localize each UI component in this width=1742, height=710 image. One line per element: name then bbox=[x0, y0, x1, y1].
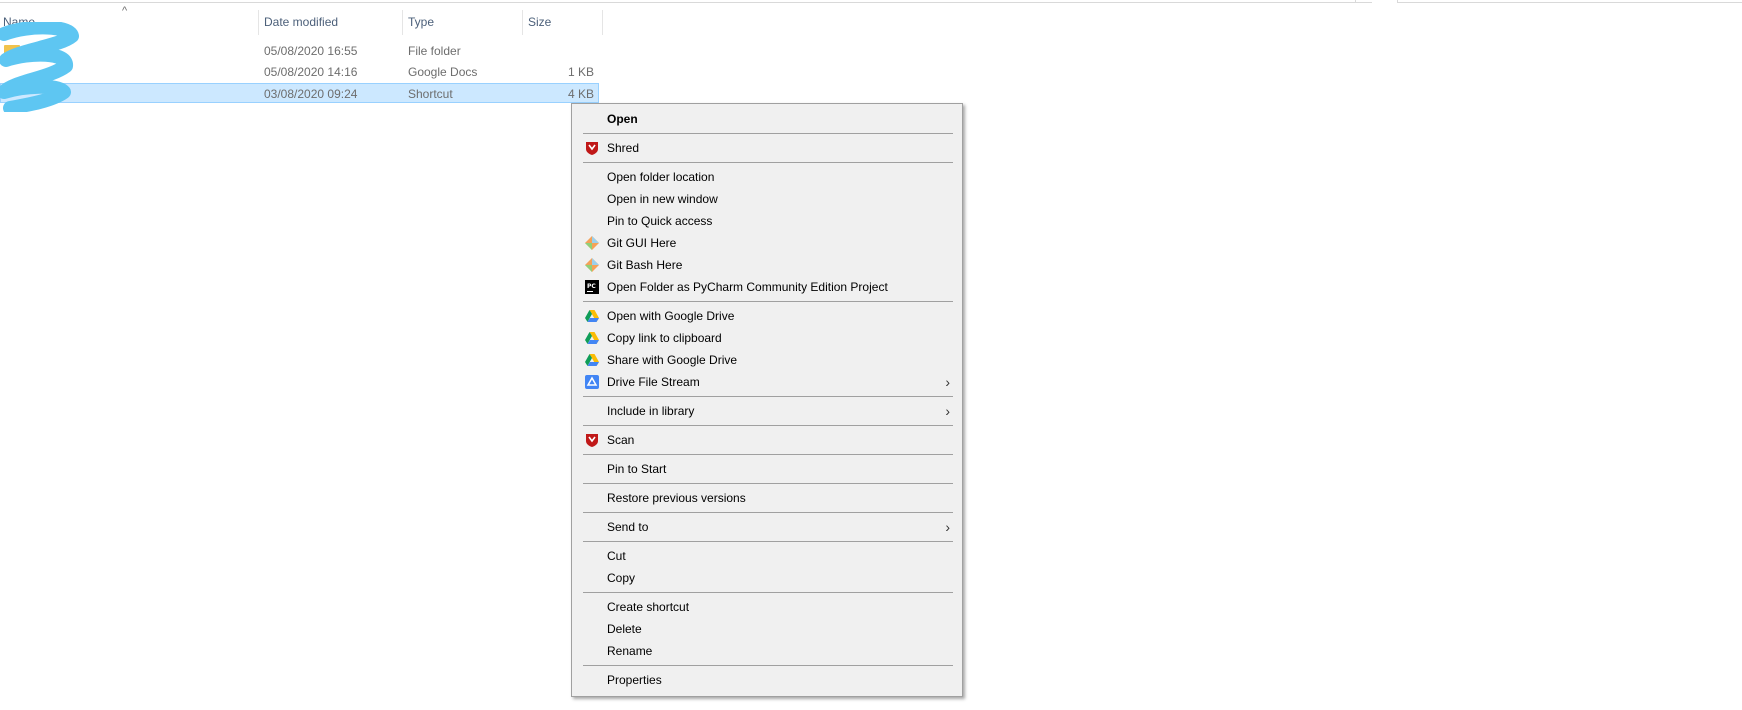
column-divider[interactable] bbox=[522, 10, 523, 35]
menu-item-label: Send to bbox=[607, 520, 649, 534]
menu-item-open-folder-location[interactable]: Open folder location bbox=[574, 166, 960, 188]
menu-item-rename[interactable]: Rename bbox=[574, 640, 960, 662]
menu-item-label: Scan bbox=[607, 433, 635, 447]
menu-item-label: Open with Google Drive bbox=[607, 309, 735, 323]
menu-item-label: Open Folder as PyCharm Community Edition… bbox=[607, 280, 888, 294]
menu-item-open[interactable]: Open bbox=[574, 108, 960, 130]
menu-item-create-shortcut[interactable]: Create shortcut bbox=[574, 596, 960, 618]
file-date-modified: 03/08/2020 09:24 bbox=[264, 87, 358, 101]
column-header-size[interactable]: Size bbox=[528, 11, 600, 34]
menu-item-label: Pin to Start bbox=[607, 462, 667, 476]
chevron-right-icon: › bbox=[945, 374, 950, 390]
chevron-right-icon: › bbox=[945, 403, 950, 419]
google-drive-icon bbox=[585, 310, 599, 322]
menu-item-open-google-drive[interactable]: Open with Google Drive bbox=[574, 305, 960, 327]
mcafee-shield-icon bbox=[586, 434, 598, 447]
menu-item-label: Share with Google Drive bbox=[607, 353, 738, 367]
menu-item-scan[interactable]: Scan bbox=[574, 429, 960, 451]
menu-item-label: Copy link to clipboard bbox=[607, 331, 722, 345]
column-header-date-modified[interactable]: Date modified bbox=[264, 11, 402, 34]
menu-item-label: Git GUI Here bbox=[607, 236, 677, 250]
menu-separator bbox=[583, 396, 953, 397]
menu-item-label: Cut bbox=[607, 549, 626, 563]
menu-item-pin-quick-access[interactable]: Pin to Quick access bbox=[574, 210, 960, 232]
file-size: 4 KB bbox=[567, 87, 594, 101]
menu-item-copy-link[interactable]: Copy link to clipboard bbox=[574, 327, 960, 349]
menu-item-label: Include in library bbox=[607, 404, 695, 418]
menu-item-label: Delete bbox=[607, 622, 642, 636]
menu-item-label: Git Bash Here bbox=[607, 258, 683, 272]
git-diamond-icon bbox=[585, 236, 599, 250]
column-divider[interactable] bbox=[258, 10, 259, 35]
menu-item-git-gui[interactable]: Git GUI Here bbox=[574, 232, 960, 254]
menu-item-git-bash[interactable]: Git Bash Here bbox=[574, 254, 960, 276]
menu-item-pin-to-start[interactable]: Pin to Start bbox=[574, 458, 960, 480]
menu-item-label: Open in new window bbox=[607, 192, 718, 206]
chevron-right-icon: › bbox=[945, 519, 950, 535]
git-diamond-icon bbox=[585, 258, 599, 272]
menu-separator bbox=[583, 665, 953, 666]
file-row[interactable]: 05/08/2020 16:55 File folder bbox=[0, 41, 599, 61]
svg-text:PC: PC bbox=[587, 283, 596, 290]
menu-item-label: Properties bbox=[607, 673, 662, 687]
column-header-size-label: Size bbox=[528, 15, 552, 29]
file-type: File folder bbox=[408, 44, 461, 58]
menu-item-send-to[interactable]: Send to › bbox=[574, 516, 960, 538]
menu-separator bbox=[583, 454, 953, 455]
menu-item-label: Drive File Stream bbox=[607, 375, 700, 389]
file-row[interactable]: s 05/08/2020 14:16 Google Docs 1 KB bbox=[0, 62, 599, 82]
context-menu: Open Shred Open folder location Open in … bbox=[571, 103, 963, 697]
column-divider[interactable] bbox=[402, 10, 403, 35]
menu-item-label: Open folder location bbox=[607, 170, 715, 184]
menu-separator bbox=[583, 541, 953, 542]
google-drive-icon bbox=[585, 332, 599, 344]
menu-separator bbox=[583, 301, 953, 302]
menu-item-pycharm[interactable]: PC Open Folder as PyCharm Community Edit… bbox=[574, 276, 960, 298]
file-size: 1 KB bbox=[567, 65, 594, 79]
pycharm-icon: PC bbox=[585, 280, 599, 294]
menu-item-label: Pin to Quick access bbox=[607, 214, 713, 228]
menu-separator bbox=[583, 483, 953, 484]
menu-item-label: Restore previous versions bbox=[607, 491, 746, 505]
menu-item-restore-previous-versions[interactable]: Restore previous versions bbox=[574, 487, 960, 509]
menu-item-shred[interactable]: Shred bbox=[574, 137, 960, 159]
menu-item-label: Shred bbox=[607, 141, 640, 155]
toolbar-edge bbox=[0, 0, 1372, 3]
menu-item-properties[interactable]: Properties bbox=[574, 669, 960, 691]
menu-separator bbox=[583, 425, 953, 426]
menu-item-share-google-drive[interactable]: Share with Google Drive bbox=[574, 349, 960, 371]
menu-item-label: Copy bbox=[607, 571, 636, 585]
menu-item-drive-file-stream[interactable]: Drive File Stream › bbox=[574, 371, 960, 393]
menu-item-label: Create shortcut bbox=[607, 600, 690, 614]
file-date-modified: 05/08/2020 16:55 bbox=[264, 44, 358, 58]
menu-item-label: Open bbox=[607, 112, 638, 126]
file-type: Google Docs bbox=[408, 65, 478, 79]
menu-separator bbox=[583, 162, 953, 163]
column-header-date-label: Date modified bbox=[264, 15, 339, 29]
column-header-type-label: Type bbox=[408, 15, 435, 29]
column-divider[interactable] bbox=[602, 10, 603, 35]
menu-item-open-in-new-window[interactable]: Open in new window bbox=[574, 188, 960, 210]
menu-item-cut[interactable]: Cut bbox=[574, 545, 960, 567]
menu-separator bbox=[583, 133, 953, 134]
drive-file-stream-icon bbox=[585, 375, 599, 389]
column-header-type[interactable]: Type bbox=[408, 11, 518, 34]
menu-separator bbox=[583, 592, 953, 593]
mcafee-shield-icon bbox=[586, 142, 598, 155]
search-box-edge[interactable] bbox=[1397, 0, 1742, 3]
file-date-modified: 05/08/2020 14:16 bbox=[264, 65, 358, 79]
toolbar-divider bbox=[1355, 0, 1356, 3]
file-row-selected[interactable]: 03/08/2020 09:24 Shortcut 4 KB bbox=[0, 83, 599, 103]
menu-separator bbox=[583, 512, 953, 513]
google-drive-icon bbox=[585, 354, 599, 366]
menu-item-delete[interactable]: Delete bbox=[574, 618, 960, 640]
menu-item-include-in-library[interactable]: Include in library › bbox=[574, 400, 960, 422]
redaction-scribble bbox=[0, 22, 79, 112]
menu-item-copy[interactable]: Copy bbox=[574, 567, 960, 589]
file-type: Shortcut bbox=[408, 87, 453, 101]
menu-item-label: Rename bbox=[607, 644, 653, 658]
